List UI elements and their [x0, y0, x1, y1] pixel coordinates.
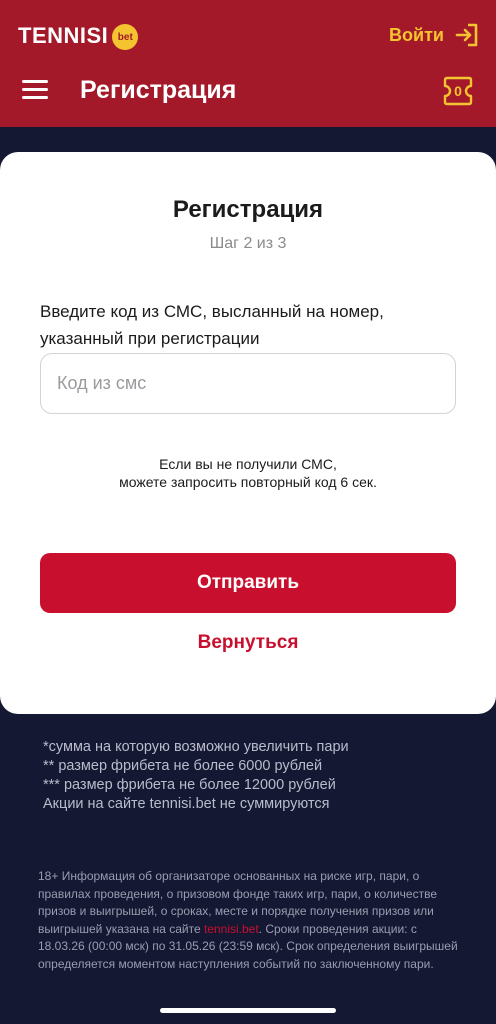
logo-bet-badge: bet: [112, 24, 139, 50]
back-link[interactable]: Вернуться: [0, 632, 496, 654]
login-button[interactable]: Войти: [389, 22, 480, 48]
sms-prompt: Введите код из СМС, высланный на номер, …: [40, 302, 384, 348]
resend-line-1: Если вы не получили СМС,: [159, 456, 337, 472]
coupon-count: 0: [454, 83, 462, 99]
logo-text: TENNISI: [18, 23, 109, 48]
sms-code-input[interactable]: [40, 353, 456, 414]
login-arrow-icon: [455, 23, 478, 47]
hamburger-menu-icon[interactable]: [22, 80, 48, 102]
home-indicator[interactable]: [160, 1008, 336, 1013]
tennisi-logo[interactable]: TENNISI bet: [18, 22, 139, 50]
footnote-line: ** размер фрибета не более 6000 рублей: [43, 758, 323, 774]
resend-info: Если вы не получили СМС, можете запросит…: [0, 455, 496, 491]
bet-coupon-button[interactable]: 0: [442, 75, 474, 107]
app-header: TENNISI bet Войти Регистрация 0: [0, 0, 496, 127]
legal-disclaimer: 18+ Информация об организаторе основанны…: [38, 868, 462, 973]
login-label: Войти: [389, 24, 444, 45]
card-title: Регистрация: [172, 196, 324, 223]
resend-line-2: можете запросить повторный код 6 сек.: [119, 474, 377, 490]
footnote-line: *сумма на которую возможно увеличить пар…: [43, 739, 349, 755]
send-button[interactable]: Отправить: [40, 553, 456, 613]
page-title: Регистрация: [80, 76, 237, 104]
registration-card: Регистрация Шаг 2 из 3 Введите код из СМ…: [0, 152, 496, 714]
promo-footnotes: *сумма на которую возможно увеличить пар…: [43, 738, 463, 814]
step-indicator: Шаг 2 из 3: [209, 235, 287, 252]
registration-screen: TENNISI bet Войти Регистрация 0 Регистра…: [0, 0, 496, 1024]
footnote-line: Акции на сайте tennisi.bet не суммируютс…: [43, 796, 330, 812]
tennisi-site-link[interactable]: tennisi.bet: [204, 922, 259, 936]
footnote-line: *** размер фрибета не более 12000 рублей: [43, 777, 336, 793]
